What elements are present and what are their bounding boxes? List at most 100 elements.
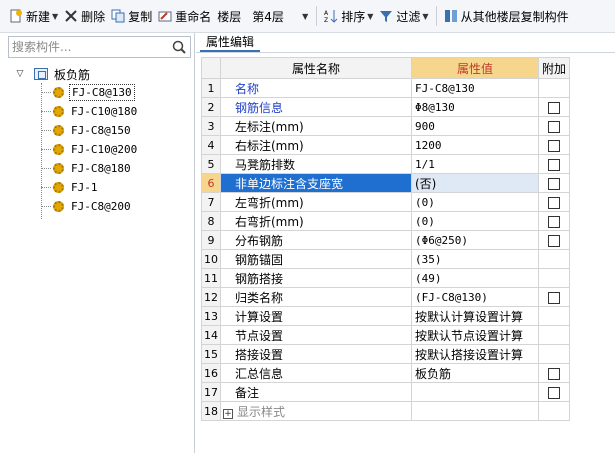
extra-cell [537,173,571,193]
table-row[interactable]: 15 搭接设置 按默认搭接设置计算 [201,344,571,364]
extra-cell [537,325,571,345]
extra-header[interactable]: 附加 [537,57,571,79]
table-row[interactable]: 2 钢筋信息 Φ8@130 [201,97,571,117]
property-value[interactable]: 按默认节点设置计算 [411,325,539,345]
tree-item[interactable]: FJ-C8@200 [41,197,133,215]
tree-item[interactable]: FJ-C10@200 [41,140,139,158]
table-row[interactable]: 5 马凳筋排数 1/1 [201,154,571,174]
table-row-selected[interactable]: 6 非单边标注含支座宽 (否) [201,173,571,193]
row-number-header [201,57,221,79]
search-input[interactable] [9,38,168,56]
row-number: 4 [201,135,221,155]
property-panel: 属性编辑 属性名称 属性值 附加 1 名称 FJ-C8@130 2 钢筋信息 Φ… [196,33,615,453]
tree-root-label: 板负筋 [54,67,91,82]
extra-checkbox[interactable] [548,367,560,380]
property-value[interactable]: 900 [411,116,539,136]
floor-select[interactable]: 第4层 ▼ [248,6,312,26]
tree-item[interactable]: FJ-1 [41,178,100,196]
tree-item-label: FJ-C10@180 [71,104,138,118]
row-number: 3 [201,116,221,136]
new-button[interactable]: 新建 ▼ [6,4,61,28]
extra-cell [537,382,571,402]
property-value[interactable] [411,382,539,402]
extra-checkbox[interactable] [548,386,560,399]
table-row[interactable]: 9 分布钢筋 (Φ6@250) [201,230,571,250]
table-row[interactable]: 1 名称 FJ-C8@130 [201,78,571,98]
property-name: 归类名称 [220,287,412,307]
extra-checkbox[interactable] [548,234,560,247]
row-number: 18 [201,401,221,421]
property-value[interactable]: Φ8@130 [411,97,539,117]
component-gear-icon [53,143,64,155]
filter-funnel-icon [379,9,393,23]
delete-button[interactable]: 删除 [61,4,108,28]
expand-plus-icon[interactable]: + [223,408,233,419]
row-number: 1 [201,78,221,98]
property-name: 右标注(mm) [220,135,412,155]
extra-checkbox[interactable] [548,120,560,133]
extra-cell [537,154,571,174]
copy-from-floor-button[interactable]: 从其他楼层复制构件 [441,4,572,28]
toolbar-divider [435,6,437,26]
table-row[interactable]: 11 钢筋搭接 (49) [201,268,571,288]
tree-root[interactable]: ▽ 板负筋 [14,65,90,83]
copy-label: 复制 [128,9,153,24]
tree-item[interactable]: FJ-C8@180 [41,159,133,177]
property-value[interactable]: 按默认搭接设置计算 [411,344,539,364]
extra-checkbox[interactable] [548,158,560,171]
property-value[interactable]: (FJ-C8@130) [411,287,539,307]
table-row[interactable]: 18 + 显示样式 [201,401,571,421]
table-row[interactable]: 7 左弯折(mm) (0) [201,192,571,212]
tree-item-label: FJ-C8@200 [71,199,131,213]
rename-button[interactable]: 重命名 [155,4,214,28]
extra-checkbox[interactable] [548,177,560,190]
component-gear-icon [53,105,64,117]
tab-property-edit[interactable]: 属性编辑 [200,33,261,52]
table-row[interactable]: 4 右标注(mm) 1200 [201,135,571,155]
property-value-header[interactable]: 属性值 [411,57,539,79]
row-number: 14 [201,325,221,345]
collapse-icon[interactable]: ▽ [14,68,26,80]
table-row[interactable]: 14 节点设置 按默认节点设置计算 [201,325,571,345]
property-value[interactable]: 板负筋 [411,363,539,383]
property-name-header[interactable]: 属性名称 [220,57,412,79]
extra-checkbox[interactable] [548,196,560,209]
property-value[interactable]: (0) [411,211,539,231]
extra-checkbox[interactable] [548,215,560,228]
table-row[interactable]: 12 归类名称 (FJ-C8@130) [201,287,571,307]
tree-item[interactable]: FJ-C10@180 [41,102,139,120]
new-document-icon [9,9,23,23]
property-value[interactable]: (35) [411,249,539,269]
property-value[interactable]: (49) [411,268,539,288]
extra-checkbox[interactable] [548,101,560,114]
component-gear-icon [53,200,64,212]
table-row[interactable]: 10 钢筋锚固 (35) [201,249,571,269]
tree-item[interactable]: FJ-C8@130 [41,83,135,101]
table-row[interactable]: 8 右弯折(mm) (0) [201,211,571,231]
property-name: 名称 [220,78,412,98]
property-value[interactable]: 1200 [411,135,539,155]
tree-item[interactable]: FJ-C8@150 [41,121,133,139]
search-button[interactable] [168,37,190,57]
table-row[interactable]: 17 备注 [201,382,571,402]
property-value[interactable]: 按默认计算设置计算 [411,306,539,326]
property-grid: 属性名称 属性值 附加 1 名称 FJ-C8@130 2 钢筋信息 Φ8@130… [201,57,571,421]
property-value[interactable]: (0) [411,192,539,212]
filter-button[interactable]: 过滤 ▼ [376,4,431,28]
property-name: 右弯折(mm) [220,211,412,231]
copy-button[interactable]: 复制 [108,4,155,28]
chevron-down-icon: ▼ [422,11,429,21]
extra-checkbox[interactable] [548,139,560,152]
table-row[interactable]: 3 左标注(mm) 900 [201,116,571,136]
property-value[interactable]: (否) [411,173,539,193]
extra-cell [537,230,571,250]
extra-checkbox[interactable] [548,291,560,304]
property-value[interactable]: FJ-C8@130 [411,78,539,98]
extra-cell [537,401,571,421]
table-row[interactable]: 13 计算设置 按默认计算设置计算 [201,306,571,326]
property-group-cell[interactable]: + 显示样式 [220,401,412,421]
property-value[interactable]: (Φ6@250) [411,230,539,250]
sort-button[interactable]: AZ 排序 ▼ [321,4,376,28]
property-value[interactable]: 1/1 [411,154,539,174]
table-row[interactable]: 16 汇总信息 板负筋 [201,363,571,383]
